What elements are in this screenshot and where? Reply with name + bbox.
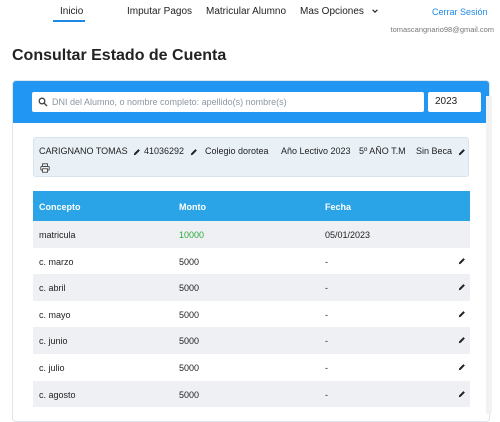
student-grade: 5º AÑO T.M — [359, 146, 406, 156]
student-year: Año Lectivo 2023 — [281, 146, 351, 156]
student-name: CARIGNANO TOMAS — [39, 146, 128, 156]
cell-concepto: c. abril — [39, 283, 66, 294]
cell-concepto: c. julio — [39, 362, 65, 373]
student-dni: 41036292 — [144, 146, 185, 156]
cell-fecha: - — [325, 389, 328, 400]
search-icon — [38, 97, 48, 107]
nav-item-mas-opciones[interactable]: Mas Opciones — [300, 6, 379, 17]
cell-fecha: - — [325, 362, 328, 373]
scrollbar[interactable] — [486, 96, 492, 414]
pencil-icon[interactable] — [458, 283, 466, 291]
account-table: Concepto Monto Fecha matricula 10000 05/… — [33, 191, 470, 408]
pencil-icon[interactable] — [458, 363, 466, 371]
table-row: c. abril 5000 - — [33, 274, 470, 301]
pencil-icon[interactable] — [458, 257, 466, 265]
nav-item-imputar-pagos[interactable]: Imputar Pagos — [127, 6, 192, 17]
header-concepto: Concepto — [39, 202, 81, 212]
cell-monto: 5000 — [179, 362, 200, 373]
nav-active-indicator — [53, 20, 85, 22]
cell-monto: 5000 — [179, 389, 200, 400]
page-title: Consultar Estado de Cuenta — [12, 47, 227, 64]
cell-concepto: matricula — [39, 230, 76, 240]
cell-monto: 5000 — [179, 283, 200, 294]
table-row: c. mayo 5000 - — [33, 300, 470, 328]
student-scholarship-field: Sin Beca — [416, 146, 466, 156]
student-name-field: CARIGNANO TOMAS — [39, 146, 141, 156]
pencil-icon[interactable] — [458, 310, 466, 318]
cell-fecha: - — [325, 309, 328, 320]
cell-fecha: 05/01/2023 — [325, 230, 371, 240]
table-row: matricula 10000 05/01/2023 — [33, 221, 470, 248]
cell-monto: 5000 — [179, 309, 200, 320]
cell-concepto: c. marzo — [39, 256, 74, 267]
cell-monto: 5000 — [179, 336, 200, 347]
table-row: c. junio 5000 - — [33, 327, 470, 354]
top-nav: Inicio Imputar Pagos Matricular Alumno M… — [0, 0, 500, 24]
cell-monto: 10000 — [179, 230, 205, 240]
search-box[interactable] — [32, 92, 424, 112]
cell-fecha: - — [325, 336, 328, 347]
year-select[interactable]: 2023 — [428, 92, 481, 112]
student-school: Colegio dorotea — [205, 146, 269, 156]
nav-item-matricular-alumno[interactable]: Matricular Alumno — [206, 6, 286, 17]
chevron-down-icon — [371, 9, 378, 14]
cell-fecha: - — [325, 256, 328, 267]
header-monto: Monto — [179, 202, 206, 212]
logout-link[interactable]: Cerrar Sesión — [432, 7, 488, 17]
account-card: 2023 CARIGNANO TOMAS 41036292 Colegio do… — [12, 80, 490, 422]
pencil-icon[interactable] — [458, 148, 466, 156]
pencil-icon[interactable] — [458, 336, 466, 344]
table-row: c. julio 5000 - — [33, 353, 470, 381]
student-scholarship: Sin Beca — [416, 146, 453, 156]
student-info-bar: CARIGNANO TOMAS 41036292 Colegio dorotea… — [33, 137, 469, 177]
pencil-icon[interactable] — [458, 390, 466, 398]
cell-fecha: - — [325, 283, 328, 294]
search-header: 2023 — [13, 81, 489, 123]
printer-icon[interactable] — [40, 163, 50, 173]
cell-monto: 5000 — [179, 256, 200, 267]
nav-item-inicio[interactable]: Inicio — [60, 6, 83, 17]
nav-item-mas-opciones-label: Mas Opciones — [300, 6, 364, 17]
cell-concepto: c. junio — [39, 336, 68, 347]
pencil-icon[interactable] — [190, 148, 198, 156]
search-input[interactable] — [52, 94, 417, 110]
pencil-icon[interactable] — [133, 148, 141, 156]
user-email: tomascangnario98@gmail.com — [390, 25, 495, 34]
table-row: c. marzo 5000 - — [33, 247, 470, 275]
table-header: Concepto Monto Fecha — [33, 191, 470, 221]
table-row: c. agosto 5000 - — [33, 380, 470, 408]
student-dni-field: 41036292 — [144, 146, 198, 156]
header-fecha: Fecha — [325, 202, 352, 212]
cell-concepto: c. agosto — [39, 389, 76, 400]
cell-concepto: c. mayo — [39, 309, 71, 320]
